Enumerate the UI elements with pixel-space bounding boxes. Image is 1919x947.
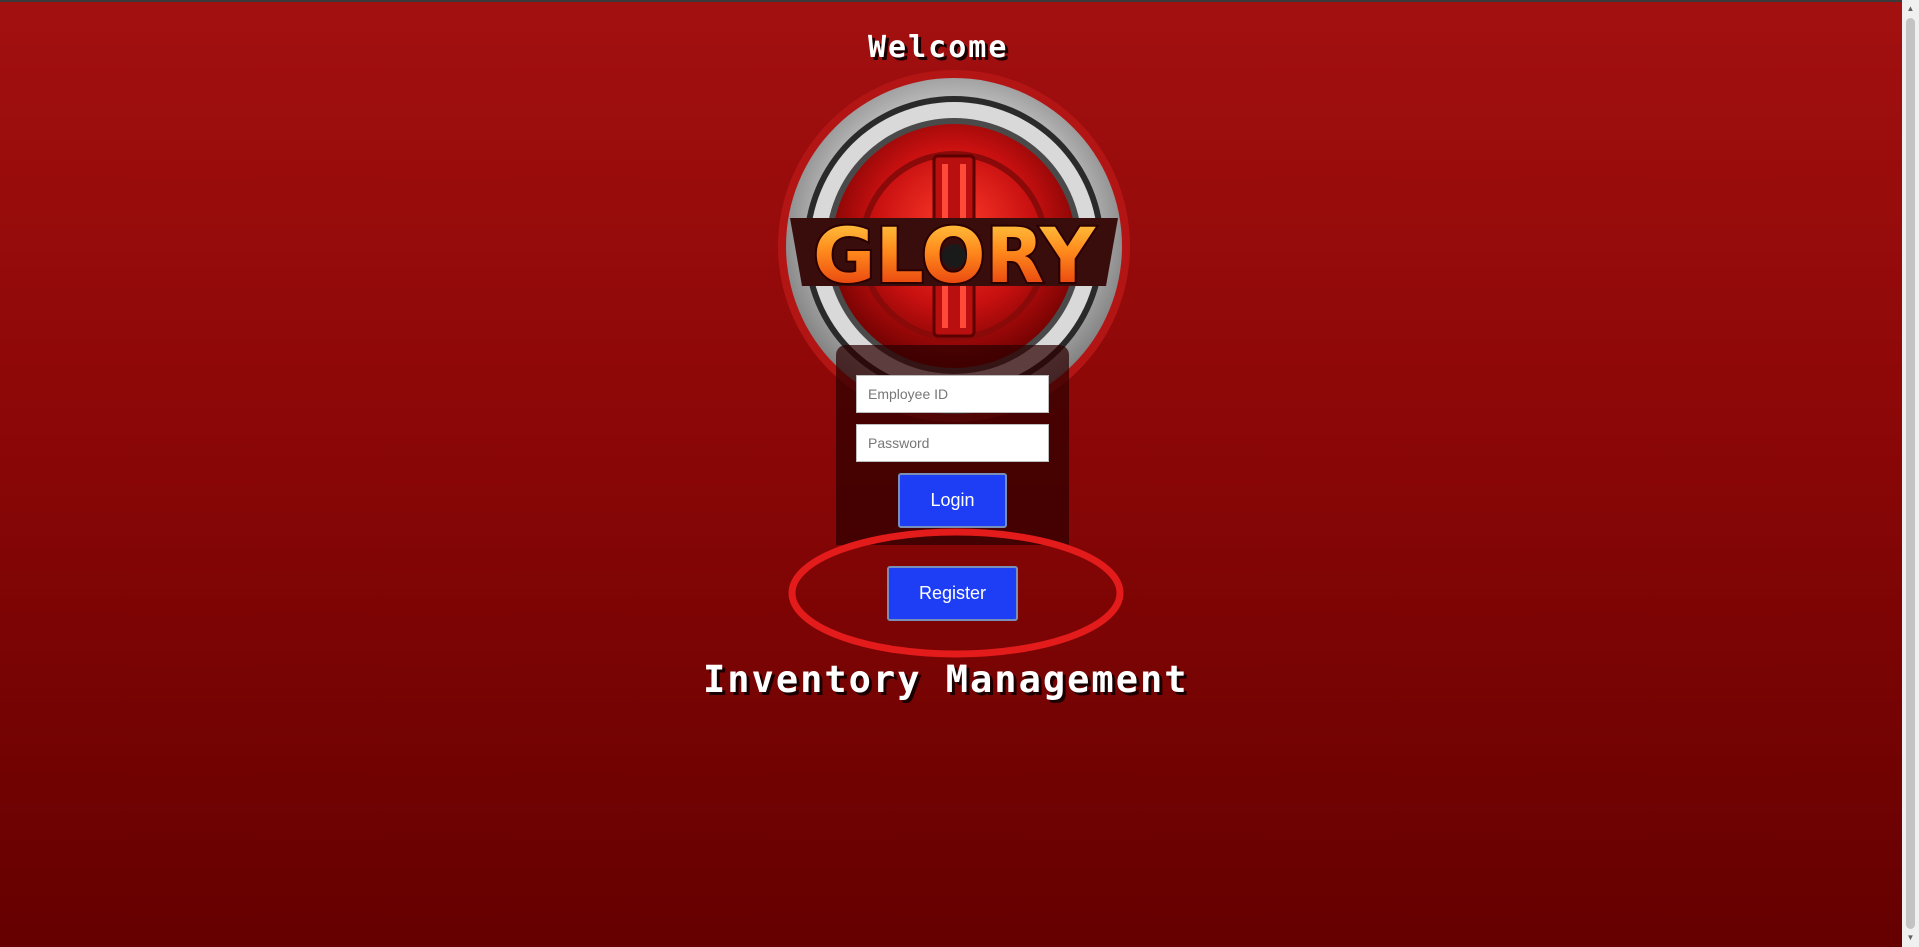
register-button[interactable]: Register [887, 566, 1018, 621]
scroll-up-arrow-icon[interactable]: ▲ [1902, 1, 1919, 17]
app-subtitle: Inventory Management [703, 658, 1189, 701]
welcome-heading: Welcome [868, 30, 1009, 65]
login-button[interactable]: Login [898, 473, 1007, 528]
window-top-border [0, 0, 1919, 2]
vertical-scrollbar[interactable]: ▲ ▼ [1902, 0, 1919, 947]
scroll-down-arrow-icon[interactable]: ▼ [1902, 930, 1919, 946]
scrollbar-thumb[interactable] [1906, 18, 1915, 929]
password-input[interactable] [856, 424, 1049, 462]
employee-id-input[interactable] [856, 375, 1049, 413]
